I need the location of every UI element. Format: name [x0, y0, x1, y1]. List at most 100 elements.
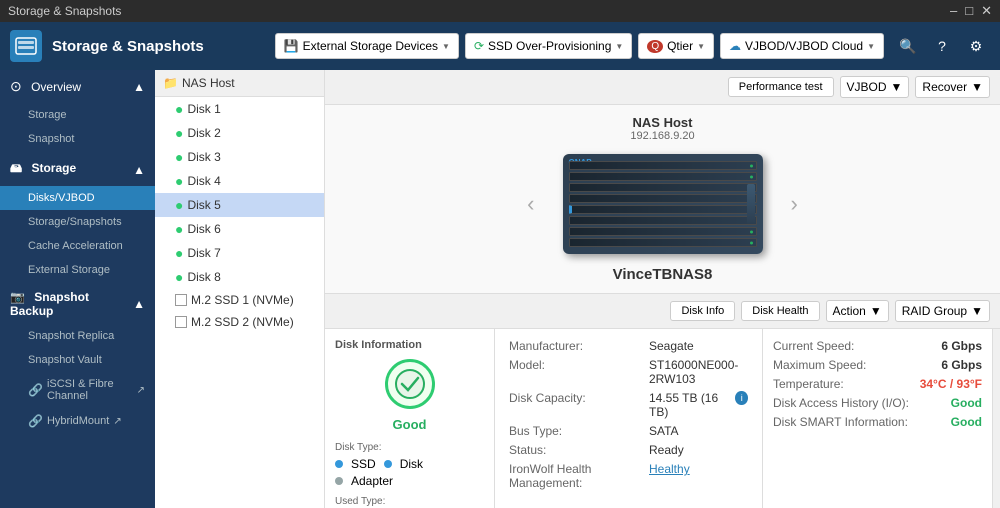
- header-tools: 🔍 ? ⚙: [894, 32, 990, 60]
- max-speed-value: 6 Gbps: [941, 358, 982, 372]
- m2-ssd1-item[interactable]: M.2 SSD 1 (NVMe): [155, 289, 324, 311]
- scroll-track[interactable]: [992, 329, 1000, 508]
- sidebar-item-hybridmount[interactable]: 🔗 HybridMount ↗: [0, 408, 155, 434]
- external-storage-button[interactable]: 💾 External Storage Devices ▼: [275, 33, 459, 59]
- disk-info-title: Disk Information: [335, 339, 484, 351]
- content-area: 📁 NAS Host ● Disk 1 ● Disk 2 ● Disk 3: [155, 70, 1000, 508]
- close-button[interactable]: ✕: [981, 3, 992, 19]
- sidebar-item-external-storage[interactable]: External Storage: [0, 258, 155, 282]
- vjbod-dropdown-arrow: ▼: [891, 80, 903, 94]
- capacity-info-icon[interactable]: i: [735, 391, 748, 405]
- vjbod-cloud-button[interactable]: ☁ VJBOD/VJBOD Cloud ▼: [720, 33, 884, 59]
- minimize-button[interactable]: –: [950, 3, 957, 19]
- nas-image-container: ‹ QNAP: [519, 154, 806, 254]
- disk-type-label: Disk Type:: [335, 442, 484, 453]
- smart-info-value: Good: [951, 415, 982, 429]
- temperature-value: 34°C / 93°F: [920, 377, 982, 391]
- slot-1: [569, 161, 757, 170]
- qtier-button[interactable]: Q Qtier ▼: [638, 33, 714, 59]
- sidebar-item-disks-vjbod[interactable]: Disks/VJBOD: [0, 186, 155, 210]
- adapter-dot: [335, 477, 343, 485]
- recover-dropdown-button[interactable]: Recover ▼: [915, 76, 990, 98]
- vjbod-dropdown-button[interactable]: VJBOD ▼: [840, 76, 910, 98]
- used-type-label: Used Type:: [335, 496, 484, 507]
- disk-3-item[interactable]: ● Disk 3: [155, 145, 324, 169]
- sidebar-item-snapshot-vault[interactable]: Snapshot Vault: [0, 348, 155, 372]
- storage-icon: 🖴: [10, 161, 22, 175]
- temperature-label: Temperature:: [773, 377, 844, 391]
- disk-8-item[interactable]: ● Disk 8: [155, 265, 324, 289]
- panel-toolbar: Performance test VJBOD ▼ Recover ▼: [325, 70, 1000, 105]
- spec-status-value: Ready: [649, 443, 684, 457]
- external-storage-arrow: ▼: [442, 42, 450, 51]
- vjbod-arrow: ▼: [867, 42, 875, 51]
- recover-dropdown-arrow: ▼: [971, 80, 983, 94]
- disk-7-status: ●: [175, 245, 183, 261]
- disk-1-item[interactable]: ● Disk 1: [155, 97, 324, 121]
- spec-status-label: Status:: [509, 443, 649, 457]
- m2-ssd2-item[interactable]: M.2 SSD 2 (NVMe): [155, 311, 324, 333]
- max-speed-label: Maximum Speed:: [773, 358, 866, 372]
- ssd-over-provisioning-button[interactable]: ⟳ SSD Over-Provisioning ▼: [465, 33, 632, 59]
- sidebar-section-overview[interactable]: ⊙ Overview ▲: [0, 70, 155, 103]
- disk-4-item[interactable]: ● Disk 4: [155, 169, 324, 193]
- snapshot-icon: 📷: [10, 290, 25, 304]
- disk-6-status: ●: [175, 221, 183, 237]
- disk-7-label: Disk 7: [187, 246, 220, 260]
- disk-7-item[interactable]: ● Disk 7: [155, 241, 324, 265]
- sidebar-item-storage[interactable]: Storage: [0, 103, 155, 127]
- disk-type-adapter-row: Adapter: [335, 474, 484, 488]
- search-icon[interactable]: 🔍: [894, 32, 922, 60]
- spec-capacity-label: Disk Capacity:: [509, 391, 649, 419]
- help-icon[interactable]: ?: [928, 32, 956, 60]
- disk-4-status: ●: [175, 173, 183, 189]
- content-split: 📁 NAS Host ● Disk 1 ● Disk 2 ● Disk 3: [155, 70, 1000, 508]
- disk-health-button[interactable]: Disk Health: [741, 301, 819, 321]
- sidebar-item-iscsi[interactable]: 🔗 iSCSI & Fibre Channel ↗: [0, 372, 155, 408]
- sidebar-item-snapshot[interactable]: Snapshot: [0, 127, 155, 151]
- settings-icon[interactable]: ⚙: [962, 32, 990, 60]
- raid-group-dropdown-button[interactable]: RAID Group ▼: [895, 300, 990, 322]
- nas-host-label: NAS Host: [182, 76, 235, 90]
- nas-disk-slots: [569, 161, 757, 247]
- slot-7: [569, 227, 757, 236]
- spec-ironwolf-value[interactable]: Healthy: [649, 462, 690, 490]
- m2-ssd2-checkbox[interactable]: [175, 316, 187, 328]
- app-header: Storage & Snapshots 💾 External Storage D…: [0, 22, 1000, 70]
- external-link-icon: ↗: [137, 385, 145, 396]
- disk-3-label: Disk 3: [187, 150, 220, 164]
- spec-ironwolf-label: IronWolf Health Management:: [509, 462, 649, 490]
- sidebar-section-snapshot-backup[interactable]: 📷 Snapshot Backup ▲: [0, 282, 155, 324]
- hybrid-icon: 🔗: [28, 414, 43, 428]
- next-device-button[interactable]: ›: [783, 183, 806, 225]
- ssd-arrow: ▼: [615, 42, 623, 51]
- disk-dot: [384, 460, 392, 468]
- right-panel: Performance test VJBOD ▼ Recover ▼ NAS H…: [325, 70, 1000, 508]
- disk-4-label: Disk 4: [187, 174, 220, 188]
- disk-info-button[interactable]: Disk Info: [670, 301, 735, 321]
- current-speed-value: 6 Gbps: [941, 339, 982, 353]
- action-dropdown-button[interactable]: Action ▼: [826, 300, 889, 322]
- qtier-arrow: ▼: [697, 42, 705, 51]
- prev-device-button[interactable]: ‹: [519, 183, 542, 225]
- sidebar-section-storage[interactable]: 🖴 Storage ▲: [0, 151, 155, 186]
- tree-folder-icon: 📁: [163, 76, 178, 90]
- maximize-button[interactable]: □: [965, 3, 973, 19]
- disk-info-panel: Disk Information Good Disk Type:: [325, 329, 1000, 508]
- sidebar-item-storage-snapshots[interactable]: Storage/Snapshots: [0, 210, 155, 234]
- window-controls[interactable]: – □ ✕: [950, 3, 992, 19]
- disk-specs: Manufacturer: Seagate Model: ST16000NE00…: [495, 329, 762, 508]
- iscsi-icon: 🔗: [28, 383, 43, 397]
- disk-2-status: ●: [175, 125, 183, 141]
- sidebar-item-cache-acceleration[interactable]: Cache Acceleration: [0, 234, 155, 258]
- m2-ssd1-label: M.2 SSD 1 (NVMe): [191, 293, 294, 307]
- disk-6-item[interactable]: ● Disk 6: [155, 217, 324, 241]
- disk-5-item[interactable]: ● Disk 5: [155, 193, 324, 217]
- disk-2-item[interactable]: ● Disk 2: [155, 121, 324, 145]
- sidebar-item-snapshot-replica[interactable]: Snapshot Replica: [0, 324, 155, 348]
- performance-test-button[interactable]: Performance test: [728, 77, 834, 97]
- spec-manufacturer-value: Seagate: [649, 339, 694, 353]
- nas-ip-address: 192.168.9.20: [630, 130, 694, 142]
- m2-ssd1-checkbox[interactable]: [175, 294, 187, 306]
- nas-device-image: QNAP: [563, 154, 763, 254]
